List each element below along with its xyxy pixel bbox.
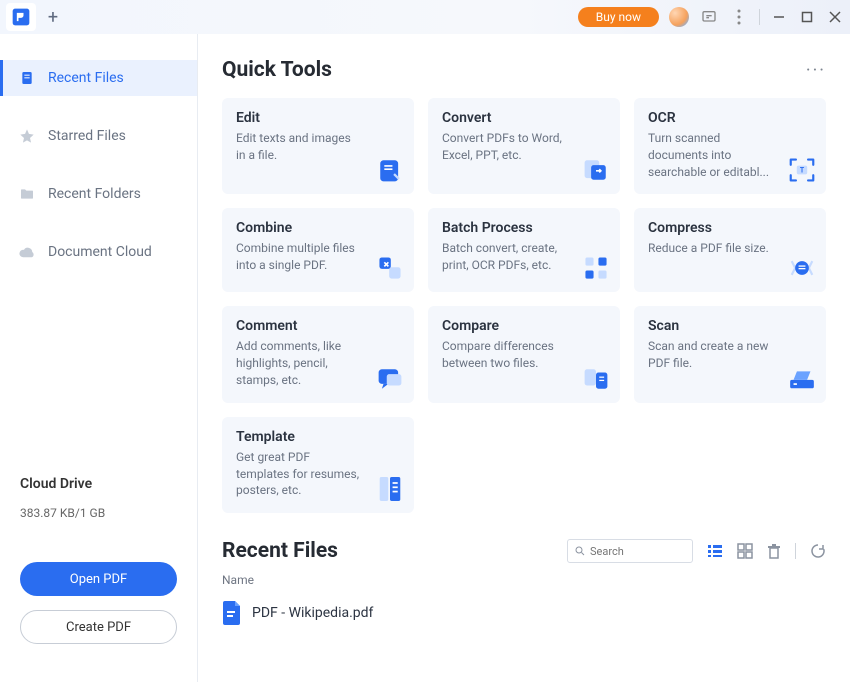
tool-title: Comment bbox=[236, 318, 400, 334]
edit-icon bbox=[376, 156, 404, 184]
sidebar: Recent Files Starred Files Recent Folder… bbox=[0, 34, 198, 682]
titlebar: + Buy now bbox=[0, 0, 850, 34]
sidebar-item-label: Document Cloud bbox=[48, 244, 152, 260]
feedback-icon[interactable] bbox=[699, 9, 719, 25]
file-row[interactable]: PDF - Wikipedia.pdf bbox=[222, 601, 826, 625]
sidebar-item-label: Recent Files bbox=[48, 70, 124, 86]
svg-text:T: T bbox=[800, 167, 805, 175]
main-panel: Quick Tools ··· Edit Edit texts and imag… bbox=[198, 34, 850, 682]
ocr-icon: T bbox=[788, 156, 816, 184]
minimize-button[interactable] bbox=[770, 11, 788, 23]
create-pdf-button[interactable]: Create PDF bbox=[20, 610, 177, 644]
menu-icon[interactable] bbox=[729, 9, 749, 25]
tool-title: Edit bbox=[236, 110, 400, 126]
account-avatar[interactable] bbox=[669, 7, 689, 27]
file-icon bbox=[18, 69, 36, 87]
buy-now-button[interactable]: Buy now bbox=[578, 7, 659, 27]
tool-title: Batch Process bbox=[442, 220, 606, 236]
search-input-wrapper[interactable] bbox=[567, 539, 693, 563]
compare-icon bbox=[582, 365, 610, 393]
sidebar-item-label: Starred Files bbox=[48, 128, 126, 144]
sidebar-item-recent-files[interactable]: Recent Files bbox=[0, 60, 197, 96]
tool-ocr[interactable]: OCR Turn scanned documents into searchab… bbox=[634, 98, 826, 194]
sidebar-item-document-cloud[interactable]: Document Cloud bbox=[0, 234, 197, 270]
tool-title: Scan bbox=[648, 318, 812, 334]
tool-comment[interactable]: Comment Add comments, like highlights, p… bbox=[222, 306, 414, 402]
search-icon bbox=[574, 545, 586, 557]
cloud-drive-section: Cloud Drive 383.87 KB/1 GB Open PDF Crea… bbox=[0, 476, 197, 682]
tool-edit[interactable]: Edit Edit texts and images in a file. bbox=[222, 98, 414, 194]
tool-title: Compress bbox=[648, 220, 812, 236]
comment-icon bbox=[376, 365, 404, 393]
tool-compare[interactable]: Compare Compare differences between two … bbox=[428, 306, 620, 402]
separator bbox=[759, 9, 760, 25]
tool-title: Compare bbox=[442, 318, 606, 334]
tool-template[interactable]: Template Get great PDF templates for res… bbox=[222, 417, 414, 513]
cloud-icon bbox=[18, 243, 36, 261]
file-name: PDF - Wikipedia.pdf bbox=[252, 605, 373, 621]
delete-button[interactable] bbox=[767, 543, 781, 559]
tool-title: OCR bbox=[648, 110, 812, 126]
app-logo bbox=[6, 3, 36, 31]
template-icon bbox=[376, 475, 404, 503]
combine-icon bbox=[376, 254, 404, 282]
recent-files-title: Recent Files bbox=[222, 539, 338, 563]
tool-compress[interactable]: Compress Reduce a PDF file size. bbox=[634, 208, 826, 292]
quick-tools-grid: Edit Edit texts and images in a file. Co… bbox=[222, 98, 826, 513]
tool-combine[interactable]: Combine Combine multiple files into a si… bbox=[222, 208, 414, 292]
sidebar-item-recent-folders[interactable]: Recent Folders bbox=[0, 176, 197, 212]
convert-icon bbox=[582, 156, 610, 184]
close-button[interactable] bbox=[826, 11, 844, 23]
quick-tools-more-button[interactable]: ··· bbox=[806, 60, 826, 81]
cloud-drive-usage: 383.87 KB/1 GB bbox=[20, 506, 177, 520]
tool-title: Convert bbox=[442, 110, 606, 126]
quick-tools-title: Quick Tools bbox=[222, 58, 332, 82]
star-icon bbox=[18, 127, 36, 145]
batch-icon bbox=[582, 254, 610, 282]
separator bbox=[795, 543, 796, 559]
compress-icon bbox=[788, 254, 816, 282]
tool-batch[interactable]: Batch Process Batch convert, create, pri… bbox=[428, 208, 620, 292]
pdf-file-icon bbox=[222, 601, 242, 625]
search-input[interactable] bbox=[590, 545, 686, 558]
tool-convert[interactable]: Convert Convert PDFs to Word, Excel, PPT… bbox=[428, 98, 620, 194]
folder-icon bbox=[18, 185, 36, 203]
scan-icon bbox=[788, 365, 816, 393]
sidebar-item-starred-files[interactable]: Starred Files bbox=[0, 118, 197, 154]
cloud-drive-title: Cloud Drive bbox=[20, 476, 177, 492]
column-header-name: Name bbox=[222, 573, 826, 587]
refresh-button[interactable] bbox=[810, 543, 826, 559]
open-pdf-button[interactable]: Open PDF bbox=[20, 562, 177, 596]
tool-title: Template bbox=[236, 429, 400, 445]
view-list-button[interactable] bbox=[707, 543, 723, 559]
pdfelement-logo-icon bbox=[11, 7, 31, 27]
tool-scan[interactable]: Scan Scan and create a new PDF file. bbox=[634, 306, 826, 402]
sidebar-item-label: Recent Folders bbox=[48, 186, 141, 202]
new-tab-button[interactable]: + bbox=[40, 4, 66, 30]
tool-title: Combine bbox=[236, 220, 400, 236]
maximize-button[interactable] bbox=[798, 11, 816, 23]
view-grid-button[interactable] bbox=[737, 543, 753, 559]
